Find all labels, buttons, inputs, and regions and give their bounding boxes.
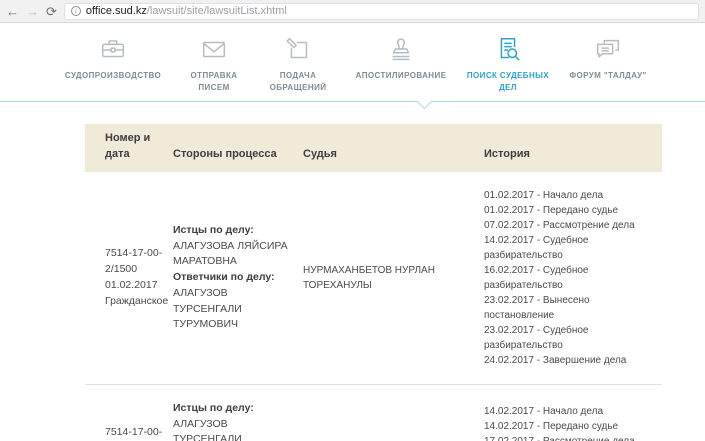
browser-toolbar: ← → ⟳ i office.sud.kz/lawsuit/site/lawsu… (0, 0, 705, 23)
lawsuit-table-body: 7514-17-00-2/150001.02.2017Гражданское И… (85, 172, 662, 441)
browser-back-button[interactable]: ← (6, 5, 19, 18)
case-number-line: 01.02.2017 (105, 278, 165, 294)
parties-cell: Истцы по делу:АЛАГУЗОВ ТУРСЕНГАЛИ ТУРУМО… (173, 401, 303, 441)
judge-cell: НУРМАХАНБЕТОВ НУРЛАН ТОРЕХАНУЛЫ (303, 263, 484, 293)
nav-item-label: СУДОПРОИЗВОДСТВО (65, 70, 161, 82)
history-entry: 14.02.2017 - Передано судье (484, 419, 658, 434)
envelope-icon (198, 32, 230, 64)
history-entry: 16.02.2017 - Судебное разбирательство (484, 263, 658, 293)
nav-item-label: ПОДАЧА ОБРАЩЕНИЙ (258, 70, 338, 94)
active-tab-notch (417, 94, 433, 110)
nav-item-label: ОТПРАВКА ПИСЕМ (178, 70, 250, 94)
history-cell: 14.02.2017 - Начало дела14.02.2017 - Пер… (484, 404, 662, 441)
history-entry: 17.02.2017 - Рассмотрение дела (484, 434, 658, 441)
column-header-judge: Судья (303, 147, 484, 163)
history-entry: 07.02.2017 - Рассмотрение дела (484, 218, 658, 233)
stamp-icon (385, 32, 417, 64)
note-pencil-icon (282, 32, 314, 64)
nav-item-label: ФОРУМ "ТАЛДАУ" (569, 70, 646, 82)
nav-item-poisk-sudebnyh-del[interactable]: ПОИСК СУДЕБНЫХ ДЕЛ (460, 32, 556, 94)
table-row: 7514-17-00-2/150001.02.2017Гражданское И… (85, 172, 662, 385)
site-navigation: СУДОПРОИЗВОДСТВО ОТПРАВКА ПИСЕМ ПОДАЧА О… (0, 23, 705, 111)
browser-reload-button[interactable]: ⟳ (46, 5, 57, 18)
case-number-line: Гражданское (105, 294, 165, 310)
history-entry: 23.02.2017 - Вынесено постановление (484, 293, 658, 323)
history-entry: 14.02.2017 - Начало дела (484, 404, 658, 419)
document-search-icon (492, 32, 524, 64)
briefcase-icon (97, 32, 129, 64)
lawsuit-table-header: Номер и дата Стороны процесса Судья Исто… (85, 124, 662, 172)
history-entry: 14.02.2017 - Судебное разбирательство (484, 233, 658, 263)
browser-forward-button[interactable]: → (26, 5, 39, 18)
history-entry: 01.02.2017 - Начало дела (484, 188, 658, 203)
history-entry: 01.02.2017 - Передано судье (484, 203, 658, 218)
nav-item-forum-taldau[interactable]: ФОРУМ "ТАЛДАУ" (556, 32, 660, 82)
nav-item-label: АПОСТИЛИРОВАНИЕ (356, 70, 447, 82)
case-number-cell: 7514-17-00-2/181014.02.2017Гражданское (85, 425, 173, 441)
history-entry: 23.02.2017 - Судебное разбирательство (484, 323, 658, 353)
column-header-history: История (484, 147, 662, 163)
party-role: Истцы по делу: (173, 401, 291, 417)
nav-item-podacha-obrashcheniy[interactable]: ПОДАЧА ОБРАЩЕНИЙ (254, 32, 342, 94)
case-number-cell: 7514-17-00-2/150001.02.2017Гражданское (85, 246, 173, 309)
chat-bubbles-icon (592, 32, 624, 64)
party-name: АЛАГУЗОВ ТУРСЕНГАЛИ ТУРУМОВИЧ (173, 417, 291, 441)
column-header-parties: Стороны процесса (173, 147, 303, 163)
history-cell: 01.02.2017 - Начало дела01.02.2017 - Пер… (484, 188, 662, 368)
party-role: Истцы по делу: (173, 223, 291, 239)
nav-item-label: ПОИСК СУДЕБНЫХ ДЕЛ (464, 70, 552, 94)
address-bar[interactable]: i office.sud.kz/lawsuit/site/lawsuitList… (64, 3, 699, 20)
parties-cell: Истцы по делу:АЛАГУЗОВА ЛЯЙСИРА МАРАТОВН… (173, 223, 303, 333)
page-info-icon[interactable]: i (71, 6, 81, 16)
party-role: Ответчики по делу: (173, 270, 291, 286)
case-number-line: 7514-17-00-2/1500 (105, 246, 165, 278)
history-entry: 24.02.2017 - Завершение дела (484, 353, 658, 368)
nav-item-otpravka-pisem[interactable]: ОТПРАВКА ПИСЕМ (174, 32, 254, 94)
nav-item-apostilirovanie[interactable]: АПОСТИЛИРОВАНИЕ (342, 32, 460, 82)
nav-underline (0, 101, 705, 111)
table-row: 7514-17-00-2/181014.02.2017Гражданское И… (85, 385, 662, 441)
case-number-line: 7514-17-00-2/1810 (105, 425, 165, 441)
nav-item-sudoproizvodstvo[interactable]: СУДОПРОИЗВОДСТВО (52, 32, 174, 82)
url-text: office.sud.kz/lawsuit/site/lawsuitList.x… (86, 5, 287, 17)
party-name: АЛАГУЗОВ ТУРСЕНГАЛИ ТУРУМОВИЧ (173, 286, 291, 333)
lawsuit-table: Номер и дата Стороны процесса Судья Исто… (85, 124, 662, 441)
column-header-number-date: Номер и дата (85, 131, 173, 163)
party-name: АЛАГУЗОВА ЛЯЙСИРА МАРАТОВНА (173, 239, 291, 271)
